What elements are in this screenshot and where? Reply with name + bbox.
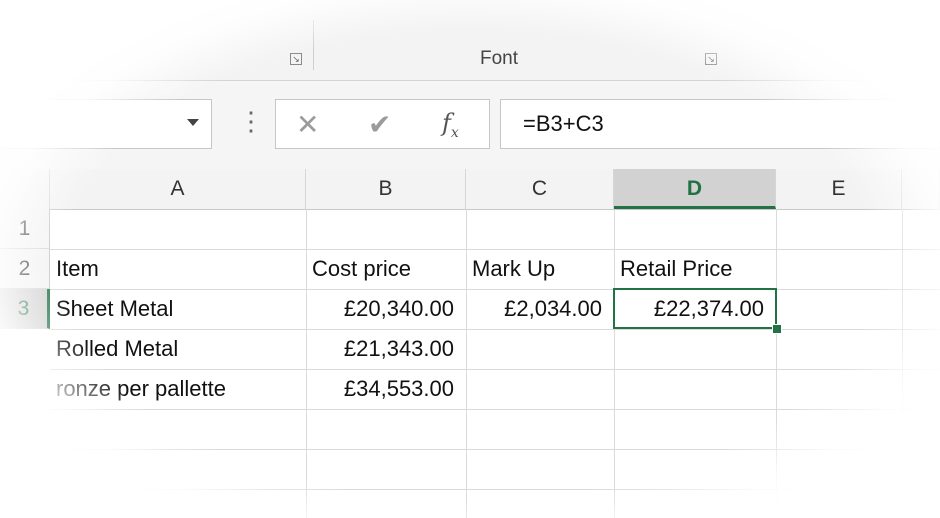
gridline xyxy=(50,489,940,490)
fill-handle[interactable] xyxy=(772,324,782,334)
cell-b2[interactable]: Cost price xyxy=(306,249,466,289)
ribbon-group-separator xyxy=(313,20,314,70)
chevron-down-icon[interactable] xyxy=(187,119,199,126)
insert-function-icon[interactable]: fx xyxy=(442,109,459,141)
cell-a4[interactable]: Rolled Metal xyxy=(50,329,306,369)
font-dialog-launcher-icon[interactable]: ↘ xyxy=(705,53,717,65)
row-header-3[interactable]: 3 xyxy=(0,289,50,329)
row-header-1[interactable]: 1 xyxy=(0,209,50,249)
cell-a5[interactable]: ronze per pallette xyxy=(50,369,306,409)
formula-buttons: ✕ ✔ fx xyxy=(275,99,490,149)
dialog-launcher-icon[interactable]: ↘ xyxy=(290,53,302,65)
cell-b5[interactable]: £34,553.00 xyxy=(306,369,466,409)
column-header-f[interactable] xyxy=(902,169,940,209)
gridline xyxy=(902,209,903,518)
column-header-b[interactable]: B xyxy=(306,169,466,209)
cell-c2[interactable]: Mark Up xyxy=(466,249,614,289)
name-box[interactable] xyxy=(0,99,212,149)
excel-window: ↘ Font ↘ ⋮ ✕ ✔ fx =B3+C3 A B C D E 1 2 3… xyxy=(0,0,940,518)
check-icon[interactable]: ✔ xyxy=(368,110,391,140)
ribbon xyxy=(0,0,940,80)
row-header-2[interactable]: 2 xyxy=(0,249,50,289)
column-header-e[interactable]: E xyxy=(776,169,902,209)
gridline xyxy=(50,409,940,410)
cell-c3[interactable]: £2,034.00 xyxy=(466,289,614,329)
column-header-d[interactable]: D xyxy=(614,169,776,209)
cell-b3[interactable]: £20,340.00 xyxy=(306,289,466,329)
cell-a3[interactable]: Sheet Metal xyxy=(50,289,306,329)
column-header-a[interactable]: A xyxy=(50,169,306,209)
more-options-icon[interactable]: ⋮ xyxy=(238,106,264,136)
formula-input[interactable]: =B3+C3 xyxy=(500,99,940,149)
active-cell-border xyxy=(613,288,777,329)
column-header-c[interactable]: C xyxy=(466,169,614,209)
gridline xyxy=(50,449,940,450)
cell-b4[interactable]: £21,343.00 xyxy=(306,329,466,369)
cancel-icon[interactable]: ✕ xyxy=(296,110,319,140)
font-group-label: Font xyxy=(480,48,519,69)
gridline xyxy=(776,209,777,518)
cell-a2[interactable]: Item xyxy=(50,249,306,289)
select-all-corner[interactable] xyxy=(0,169,50,209)
cell-d2[interactable]: Retail Price xyxy=(614,249,776,289)
